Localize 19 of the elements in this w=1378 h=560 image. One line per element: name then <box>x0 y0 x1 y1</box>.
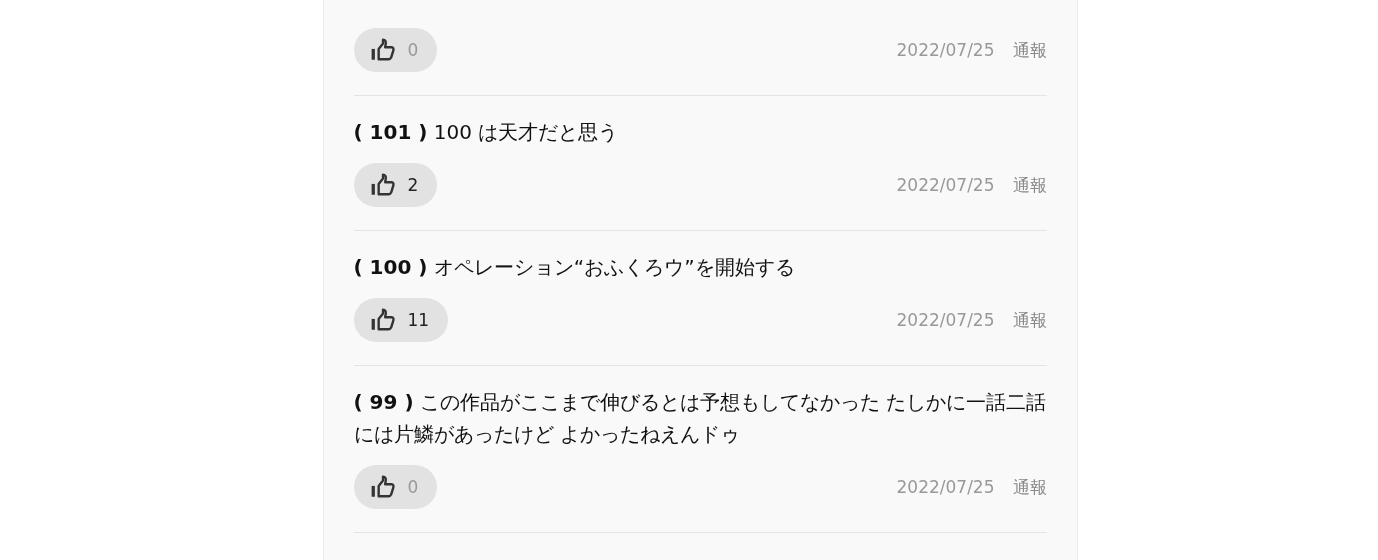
comment-text: ( 101 ) 100 は天才だと思う <box>353 119 620 146</box>
like-button[interactable]: 2 <box>353 163 438 207</box>
thumbs-up-icon <box>369 37 396 63</box>
report-link[interactable]: 通報 <box>1012 38 1047 62</box>
thumbs-up-icon <box>369 307 396 333</box>
comment-date: 2022/07/25 <box>896 40 995 60</box>
thumbs-up-icon <box>369 172 396 198</box>
comment-date: 2022/07/25 <box>896 477 995 497</box>
like-button[interactable]: 0 <box>353 465 438 509</box>
comment-date: 2022/07/25 <box>896 175 995 195</box>
comment-text: ( 100 ) オペレーション“おふくろウ”を開始する <box>353 254 796 281</box>
report-link[interactable]: 通報 <box>1012 308 1047 332</box>
comment-date: 2022/07/25 <box>896 310 995 330</box>
report-link[interactable]: 通報 <box>1012 475 1047 499</box>
like-button[interactable]: 0 <box>353 28 438 72</box>
thumbs-up-icon <box>369 474 396 500</box>
report-link[interactable]: 通報 <box>1012 173 1047 197</box>
like-button[interactable]: 11 <box>353 298 449 342</box>
comment-text: ( 99 ) この作品がここまで伸びるとは予想もしてなかった たしかに一話二話には片鱗があったけど よかったねえんドゥ <box>353 389 1047 448</box>
